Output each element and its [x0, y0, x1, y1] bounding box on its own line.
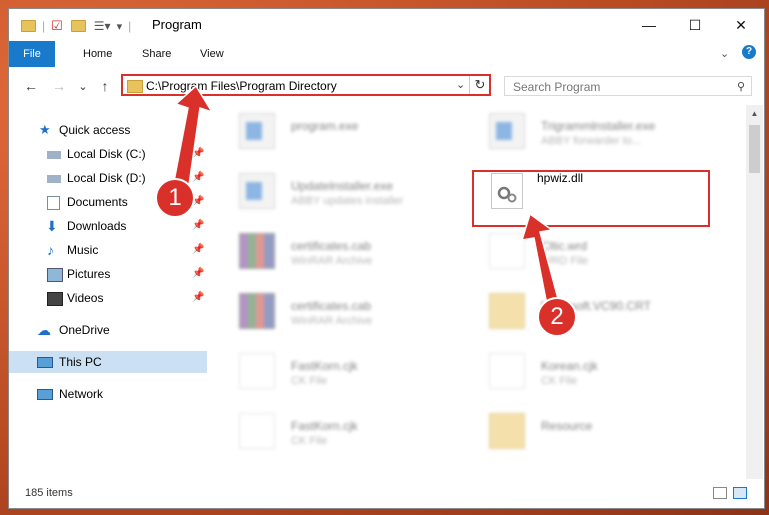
callout-step-1: 1	[155, 178, 195, 218]
annotation-arrows	[171, 84, 562, 308]
callout-step-2: 2	[537, 297, 577, 337]
arrow-2-icon	[520, 212, 562, 308]
arrow-1-icon	[171, 84, 214, 193]
